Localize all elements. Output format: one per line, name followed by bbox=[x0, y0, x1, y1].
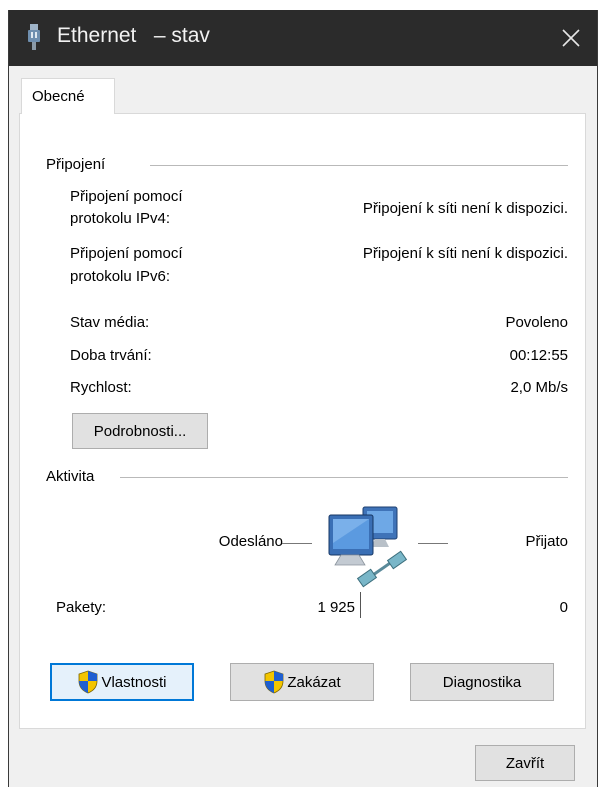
media-state-label: Stav média: bbox=[70, 314, 150, 331]
duration-value: 00:12:55 bbox=[509, 347, 568, 364]
ipv4-label-line2: protokolu IPv4: bbox=[70, 210, 171, 227]
ipv4-label-line1: Připojení pomocí bbox=[70, 188, 183, 205]
disable-button[interactable]: Zakázat bbox=[230, 663, 374, 701]
activity-group-label: Aktivita bbox=[46, 468, 95, 485]
speed-value: 2,0 Mb/s bbox=[510, 379, 568, 396]
uac-shield-icon bbox=[264, 670, 284, 694]
tab-general-label: Obecné bbox=[32, 88, 85, 105]
speed-label: Rychlost: bbox=[70, 379, 132, 396]
diagnose-button[interactable]: Diagnostika bbox=[410, 663, 554, 701]
window-close-button[interactable] bbox=[545, 10, 597, 66]
status-window: Ethernet – stav Obecné Připojení Připoje… bbox=[8, 10, 598, 787]
packets-sent-value: 1 925 bbox=[317, 599, 355, 616]
title-bar[interactable]: Ethernet – stav bbox=[9, 10, 597, 66]
packets-received-value: 0 bbox=[559, 599, 568, 616]
bottom-bar: Zavřít bbox=[9, 729, 597, 787]
diagnose-button-label: Diagnostika bbox=[442, 673, 522, 691]
ipv6-label-line1: Připojení pomocí bbox=[70, 245, 183, 262]
packets-divider bbox=[360, 592, 361, 618]
window-title: Ethernet – stav bbox=[57, 24, 210, 47]
network-computers-icon bbox=[328, 506, 408, 588]
close-button[interactable]: Zavřít bbox=[475, 745, 575, 781]
received-label: Přijato bbox=[525, 533, 568, 550]
details-button-label: Podrobnosti... bbox=[93, 422, 187, 440]
sent-label: Odesláno bbox=[218, 533, 283, 550]
sent-dash bbox=[282, 543, 312, 544]
general-panel: Připojení Připojení pomocí protokolu IPv… bbox=[19, 113, 586, 729]
connection-group-label: Připojení bbox=[46, 156, 106, 173]
ipv6-label-line2: protokolu IPv6: bbox=[70, 268, 171, 285]
details-button[interactable]: Podrobnosti... bbox=[72, 413, 208, 449]
disable-button-label: Zakázat bbox=[287, 673, 341, 691]
close-button-label: Zavřít bbox=[505, 754, 545, 772]
close-icon bbox=[562, 29, 580, 47]
duration-label: Doba trvání: bbox=[70, 347, 152, 364]
packets-label: Pakety: bbox=[56, 599, 107, 616]
uac-shield-icon bbox=[79, 670, 98, 694]
ipv6-value: Připojení k síti není k dispozici. bbox=[362, 245, 568, 262]
properties-button-label: Vlastnosti bbox=[101, 673, 167, 691]
ipv4-value: Připojení k síti není k dispozici. bbox=[362, 200, 568, 217]
activity-group-divider bbox=[120, 477, 568, 478]
ethernet-plug-icon bbox=[28, 24, 40, 50]
connection-group-divider bbox=[150, 165, 568, 166]
properties-button[interactable]: Vlastnosti bbox=[50, 663, 194, 701]
media-state-value: Povoleno bbox=[505, 314, 568, 331]
tab-general[interactable]: Obecné bbox=[21, 78, 115, 114]
